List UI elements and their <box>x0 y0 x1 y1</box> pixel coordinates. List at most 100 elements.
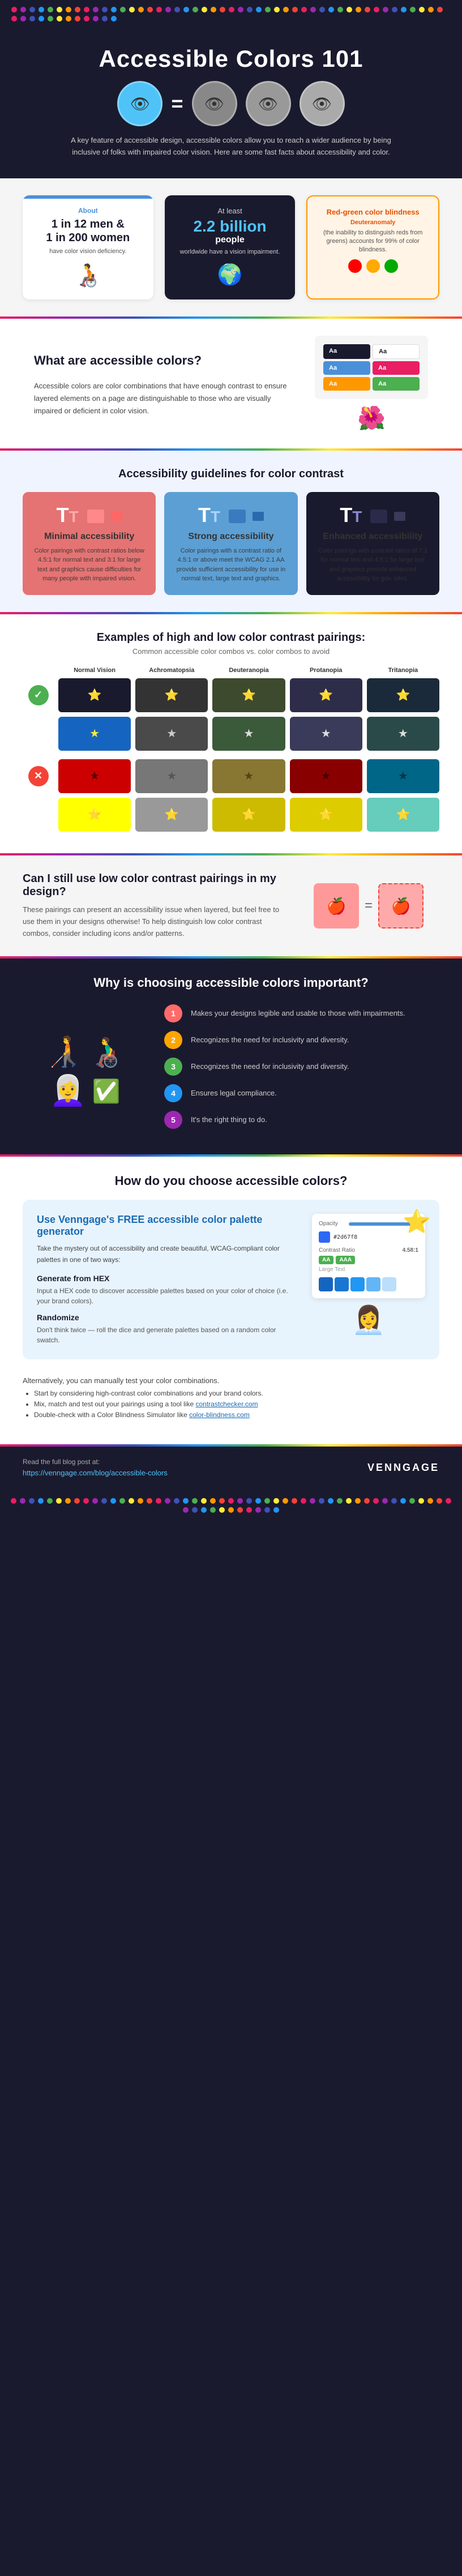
bottom-dot-pattern <box>0 1490 462 1521</box>
stats-section: About 1 in 12 men & 1 in 200 women have … <box>0 178 462 316</box>
generator-left: Use Venngage's FREE accessible color pal… <box>37 1214 301 1345</box>
color-blindness-link[interactable]: color-blindness.com <box>189 1411 250 1419</box>
vision-circles-row: 👁 = 👁 👁 👁 <box>34 81 428 126</box>
col-tritan: Tritanopia <box>367 667 439 674</box>
contrast-value: 4.58:1 <box>403 1247 418 1253</box>
strong-title: Strong accessibility <box>176 532 286 542</box>
generator-right: ⭐ Opacity #2d67f8 Contra <box>312 1214 425 1345</box>
why-num-4: 4 <box>164 1084 182 1102</box>
minimal-title: Minimal accessibility <box>34 532 144 542</box>
color-combo-2: Aa <box>373 344 420 359</box>
swatch-2 <box>335 1277 349 1291</box>
method-random: Randomize Don't think twice — roll the d… <box>37 1313 301 1345</box>
stat-card-redgreen: Red-green color blindness Deuteranomaly … <box>306 195 439 299</box>
star-badge: ⭐ <box>403 1208 431 1235</box>
person-3: 👩‍🦳 <box>50 1073 87 1108</box>
traffic-yellow <box>366 259 380 273</box>
tt-demo-enhanced: TT <box>318 503 428 527</box>
why-section: Why is choosing accessible colors import… <box>0 958 462 1154</box>
tt-demo-strong: TT <box>176 503 286 527</box>
person-illustration: 👩‍💼 <box>312 1304 425 1336</box>
aaa-badge: AAA <box>336 1256 355 1264</box>
enhanced-desc: Color pairings with contrast ratios of 7… <box>318 546 428 584</box>
guideline-strong: TT Strong accessibility Color pairings w… <box>164 492 297 595</box>
contrast-checker-link[interactable]: contrastchecker.com <box>195 1400 258 1408</box>
stat1-fraction2: 1 in 200 women <box>34 231 142 245</box>
generator-header: Use Venngage's FREE accessible color pal… <box>37 1214 425 1345</box>
stat2-icon: 🌍 <box>176 263 284 286</box>
color-demo-box: Aa Aa Aa Aa Aa Aa <box>315 336 428 399</box>
how-section: How do you choose accessible colors? Use… <box>0 1157 462 1444</box>
color-combo-1: Aa <box>323 344 370 359</box>
traffic-red <box>348 259 362 273</box>
footer-url[interactable]: https://venngage.com/blog/accessible-col… <box>23 1469 168 1477</box>
why-text-3: Recognizes the need for inclusivity and … <box>191 1058 349 1072</box>
guidelines-cards: TT Minimal accessibility Color pairings … <box>23 492 439 595</box>
guideline-enhanced: TT Enhanced accessibility Color pairings… <box>306 492 439 595</box>
why-item-2: 2 Recognizes the need for inclusivity an… <box>164 1031 439 1049</box>
why-num-5: 5 <box>164 1111 182 1129</box>
bad-combo-2-1: ⭐ <box>58 798 131 832</box>
checkmark-1: ✓ <box>28 685 49 705</box>
good-combo-2-4: ★ <box>290 717 362 751</box>
aa-aaa-row: AA AAA <box>319 1256 418 1264</box>
check-indicator-1: ✓ <box>23 685 54 705</box>
method-random-title: Randomize <box>37 1313 301 1322</box>
accessible-colors-title: What are accessible colors? <box>34 350 298 371</box>
method-hex-desc: Input a HEX code to discover accessible … <box>37 1286 301 1306</box>
stat-card-men: About 1 in 12 men & 1 in 200 women have … <box>23 195 153 299</box>
color-demo: Aa Aa Aa Aa Aa Aa 🌺 <box>315 336 428 431</box>
why-text-4: Ensures legal compliance. <box>191 1084 277 1099</box>
eye-circle-gray1: 👁 <box>192 81 237 126</box>
traffic-light <box>319 259 427 273</box>
bad-row-1: ✕ ★ ★ ★ ★ ★ <box>23 759 439 793</box>
footer-left: Read the full blog post at: https://venn… <box>23 1458 168 1478</box>
stat2-atleast: At least <box>176 207 284 215</box>
good-combo-1-4: ⭐ <box>290 678 362 712</box>
guideline-minimal: TT Minimal accessibility Color pairings … <box>23 492 156 595</box>
palette-swatches <box>319 1277 418 1291</box>
good-combo-1-3: ⭐ <box>212 678 285 712</box>
xmark-1: ✕ <box>28 766 49 786</box>
col-achrom: Achromatopsia <box>135 667 208 674</box>
alt-item-3: Double-check with a Color Blindness Simu… <box>34 1411 439 1419</box>
bad-combo-1-2: ★ <box>135 759 208 793</box>
examples-title: Examples of high and low color contrast … <box>23 631 439 644</box>
good-combo-2-5: ★ <box>367 717 439 751</box>
contrast-table-header: Normal Vision Achromatopsia Deuteranopia… <box>23 667 439 674</box>
people-row1: 🧑‍🦯 👨‍🦽 <box>45 1034 125 1069</box>
stat1-label: have color vision deficiency. <box>34 247 142 256</box>
alternatives-section: Alternatively, you can manually test you… <box>23 1371 439 1427</box>
hex-color-box <box>319 1231 330 1243</box>
stat2-number: 2.2 billion <box>176 218 284 236</box>
stat1-fraction: 1 in 12 men & <box>34 217 142 231</box>
color-combo-4: Aa <box>373 361 420 375</box>
col-empty <box>23 667 54 674</box>
stat-card-billion: At least 2.2 billion people worldwide ha… <box>165 195 296 299</box>
why-title: Why is choosing accessible colors import… <box>23 975 439 990</box>
good-combo-1-2: ⭐ <box>135 678 208 712</box>
good-combo-2-1: ★ <box>58 717 131 751</box>
flower-decor: 🌺 <box>315 405 428 431</box>
x-indicator-1: ✕ <box>23 766 54 786</box>
good-combo-2-3: ★ <box>212 717 285 751</box>
header-section: Accessible Colors 101 👁 = 👁 👁 👁 A key fe… <box>0 28 462 178</box>
large-text-label: Large Text <box>319 1266 418 1273</box>
top-dot-pattern: // Will be rendered via JS below <box>0 0 462 28</box>
strong-desc: Color pairings with a contrast ratio of … <box>176 546 286 584</box>
people-row2: 👩‍🦳 ✅ <box>50 1073 121 1108</box>
checkmarks-icon: ✅ <box>92 1078 120 1108</box>
bad-combo-2-4: ⭐ <box>290 798 362 832</box>
stat2-people: people <box>176 235 284 245</box>
opacity-label: Opacity <box>319 1221 344 1227</box>
why-left: 🧑‍🦯 👨‍🦽 👩‍🦳 ✅ <box>23 1034 147 1108</box>
bad-combo-1-1: ★ <box>58 759 131 793</box>
stat3-title: Red-green color blindness <box>319 208 427 216</box>
why-num-2: 2 <box>164 1031 182 1049</box>
how-title: How do you choose accessible colors? <box>23 1174 439 1188</box>
good-combo-2-2: ★ <box>135 717 208 751</box>
swatch-5 <box>382 1277 396 1291</box>
swatch-4 <box>366 1277 380 1291</box>
person-2: 👨‍🦽 <box>88 1034 125 1069</box>
tt-demo-minimal: TT <box>34 503 144 527</box>
